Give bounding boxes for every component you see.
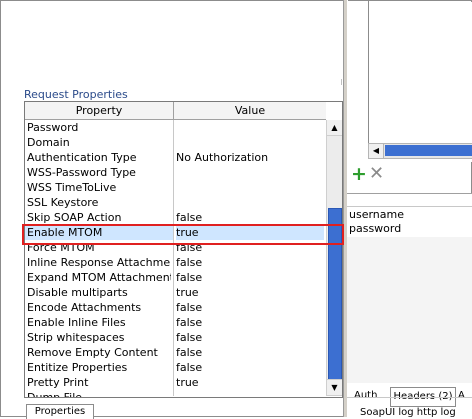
property-value-cell[interactable]: false (176, 300, 324, 315)
property-value-cell[interactable]: true (176, 225, 324, 240)
horizontal-scrollbar[interactable]: ◀ (368, 143, 472, 159)
property-name-cell: Strip whitespaces (27, 331, 125, 344)
property-value-cell[interactable]: false (176, 345, 324, 360)
property-value-cell[interactable]: false (176, 315, 324, 330)
property-value-cell[interactable]: true (176, 285, 324, 300)
property-value-cell[interactable]: false (176, 270, 324, 285)
property-name-cell: Authentication Type (27, 151, 137, 164)
property-name-cell: Force MTOM (27, 241, 95, 254)
property-name-cell: Expand MTOM Attachments (27, 271, 171, 284)
column-header-value[interactable]: Value (174, 102, 326, 119)
table-rows: Password Domain Authentication Type No Auth… (25, 120, 326, 398)
table-row[interactable]: Password (25, 120, 326, 135)
table-row[interactable]: WSS TimeToLive (25, 180, 326, 195)
table-row[interactable]: Force MTOM false (25, 240, 326, 255)
params-toolbar: + ✕ (348, 164, 472, 186)
property-name-cell: WSS-Password Type (27, 166, 136, 179)
table-row[interactable]: Expand MTOM Attachments false (25, 270, 326, 285)
property-value-cell[interactable]: false (176, 360, 324, 375)
table-row[interactable]: Authentication Type No Authorization (25, 150, 326, 165)
property-value-cell[interactable]: No Authorization (176, 150, 324, 165)
property-name-cell: Domain (27, 136, 70, 149)
table-row[interactable]: Entitize Properties false (25, 360, 326, 375)
vertical-scrollbar[interactable]: ▲ ▼ (326, 120, 342, 396)
scroll-down-icon[interactable]: ▼ (327, 379, 342, 396)
table-row[interactable]: Disable multiparts true (25, 285, 326, 300)
add-icon[interactable]: + (351, 164, 367, 184)
scroll-left-icon[interactable]: ◀ (369, 144, 384, 158)
table-row[interactable]: Skip SOAP Action false (25, 210, 326, 225)
property-name-cell: Pretty Print (27, 376, 89, 389)
property-value-cell[interactable]: true (176, 375, 324, 390)
table-header: Property Value (25, 102, 326, 120)
horizontal-scroll-thumb[interactable] (385, 145, 472, 156)
property-name-cell: Remove Empty Content (27, 346, 158, 359)
property-name-cell: Encode Attachments (27, 301, 142, 314)
table-row[interactable]: Enable MTOM true (25, 225, 326, 240)
property-name-cell: Enable Inline Files (27, 316, 126, 329)
column-header-property[interactable]: Property (25, 102, 174, 119)
params-panel: username password (347, 193, 472, 384)
resize-mark (341, 79, 342, 85)
property-name-cell: WSS TimeToLive (27, 181, 117, 194)
remove-icon[interactable]: ✕ (369, 164, 384, 184)
request-editor-area (2, 2, 343, 86)
table-row[interactable]: Enable Inline Files false (25, 315, 326, 330)
table-row[interactable]: Dump File (25, 390, 326, 398)
property-value-cell[interactable]: false (176, 240, 324, 255)
tabs-separator (347, 397, 472, 398)
scroll-up-icon[interactable]: ▲ (327, 120, 342, 136)
property-value-cell[interactable]: false (176, 255, 324, 270)
table-row[interactable]: Remove Empty Content false (25, 345, 326, 360)
table-row[interactable]: Inline Response Attachments false (25, 255, 326, 270)
tab-auth[interactable]: Auth (354, 387, 377, 405)
property-name-cell: Entitize Properties (27, 361, 128, 374)
param-password[interactable]: password (349, 222, 401, 236)
param-username[interactable]: username (349, 208, 404, 222)
table-row[interactable]: Domain (25, 135, 326, 150)
property-name-cell: Password (27, 121, 79, 134)
property-name-cell: SSL Keystore (27, 196, 99, 209)
table-row[interactable]: WSS-Password Type (25, 165, 326, 180)
property-name-cell: Inline Response Attachments (27, 256, 171, 269)
params-header (347, 194, 472, 207)
property-value-cell[interactable]: false (176, 330, 324, 345)
request-properties-title: Request Properties (24, 88, 128, 101)
table-row[interactable]: Pretty Print true (25, 375, 326, 390)
table-row[interactable]: SSL Keystore (25, 195, 326, 210)
table-row[interactable]: Encode Attachments false (25, 300, 326, 315)
property-name-cell: Enable MTOM (25, 225, 173, 240)
scroll-thumb[interactable] (328, 208, 342, 380)
response-frame (368, 0, 472, 144)
request-properties-table: Property Value Password Domain Authenticat… (24, 101, 343, 398)
property-name-cell: Dump File (27, 391, 83, 398)
table-row[interactable]: Strip whitespaces false (25, 330, 326, 345)
tab-attachments[interactable]: A (458, 387, 465, 405)
log-tabs-label[interactable]: SoapUI log http log (360, 407, 456, 418)
property-value-cell[interactable]: false (176, 210, 324, 225)
property-name-cell: Disable multiparts (27, 286, 128, 299)
property-name-cell: Skip SOAP Action (27, 211, 122, 224)
